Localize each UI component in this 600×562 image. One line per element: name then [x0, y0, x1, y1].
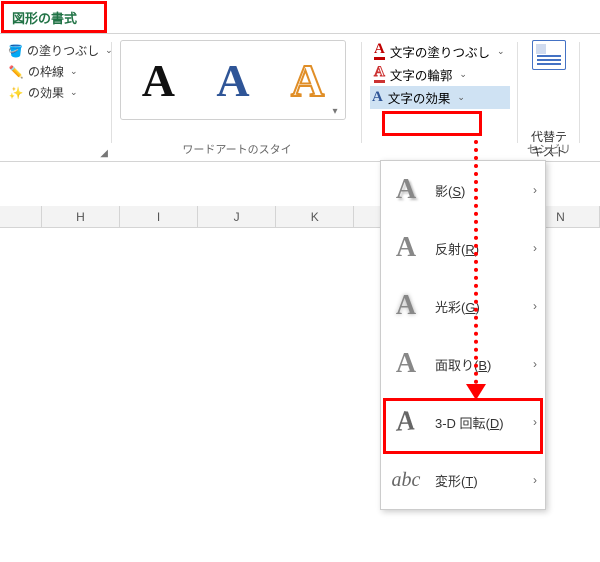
- menu-glow[interactable]: A 光彩(G) ›: [381, 277, 545, 335]
- shape-outline-label: の枠線: [28, 63, 64, 80]
- transform-icon: abc: [391, 465, 421, 495]
- shape-fill-label: の塗りつぶし: [27, 42, 99, 59]
- menu-glow-label: 光彩(G): [435, 297, 480, 316]
- col-header[interactable]: H: [42, 206, 120, 227]
- text-outline-button[interactable]: A 文字の輪郭 ⌄: [370, 63, 510, 86]
- menu-bevel-label: 面取り(B): [435, 355, 491, 374]
- menu-transform-label: 変形(T): [435, 471, 478, 490]
- text-effects-button[interactable]: A 文字の効果 ⌄: [370, 86, 510, 109]
- shape-effects-label: の効果: [28, 84, 64, 101]
- group-label: [370, 145, 510, 159]
- group-label: [8, 145, 104, 159]
- text-effects-menu: A 影(S) › A 反射(R) › A 光彩(G) › A 面取り(B) › …: [380, 160, 546, 510]
- submenu-arrow-icon: ›: [533, 357, 537, 371]
- menu-3d-rotation[interactable]: A 3-D 回転(D) ›: [381, 393, 545, 451]
- submenu-arrow-icon: ›: [533, 473, 537, 487]
- chevron-down-icon: ⌄: [457, 92, 465, 103]
- wordart-style-1[interactable]: A: [142, 54, 175, 107]
- bevel-icon: A: [391, 349, 421, 379]
- menu-shadow-label: 影(S): [435, 181, 465, 200]
- submenu-arrow-icon: ›: [533, 183, 537, 197]
- alt-text-icon[interactable]: [532, 40, 566, 70]
- menu-bevel[interactable]: A 面取り(B) ›: [381, 335, 545, 393]
- chevron-down-icon: ⌄: [459, 69, 467, 80]
- tab-shape-format[interactable]: 図形の書式: [2, 3, 87, 33]
- submenu-arrow-icon: ›: [533, 299, 537, 313]
- text-fill-button[interactable]: A 文字の塗りつぶし ⌄: [370, 40, 510, 63]
- chevron-down-icon: ⌄: [70, 66, 78, 77]
- wordart-gallery[interactable]: A A A ▾: [120, 40, 346, 120]
- bucket-icon: 🪣: [8, 43, 23, 59]
- chevron-down-icon: ⌄: [70, 87, 78, 98]
- col-header[interactable]: K: [276, 206, 354, 227]
- col-header[interactable]: [0, 206, 42, 227]
- text-effects-label: 文字の効果: [388, 88, 451, 107]
- text-fill-label: 文字の塗りつぶし: [390, 42, 490, 61]
- menu-transform[interactable]: abc 変形(T) ›: [381, 451, 545, 509]
- menu-reflection[interactable]: A 反射(R) ›: [381, 219, 545, 277]
- submenu-arrow-icon: ›: [533, 241, 537, 255]
- submenu-arrow-icon: ›: [533, 415, 537, 429]
- reflection-icon: A: [391, 233, 421, 263]
- menu-3d-rotation-label: 3-D 回転(D): [435, 413, 504, 432]
- shape-effects-button[interactable]: ✨ の効果 ⌄: [8, 82, 104, 103]
- menu-reflection-label: 反射(R): [435, 239, 479, 258]
- dialog-launcher-icon[interactable]: ◢: [100, 148, 108, 159]
- shape-fill-button[interactable]: 🪣 の塗りつぶし ⌄: [8, 40, 104, 61]
- gallery-more-icon[interactable]: ▾: [329, 106, 341, 117]
- chevron-down-icon: ⌄: [497, 46, 505, 57]
- col-header[interactable]: I: [120, 206, 198, 227]
- glow-icon: A: [391, 291, 421, 321]
- effects-icon: ✨: [8, 85, 24, 101]
- wordart-group-label: ワードアートのスタイ: [120, 141, 354, 159]
- text-outline-icon: A: [374, 66, 385, 83]
- col-header[interactable]: J: [198, 206, 276, 227]
- wordart-style-3[interactable]: A: [291, 54, 324, 107]
- text-effects-icon: A: [372, 89, 383, 106]
- menu-shadow[interactable]: A 影(S) ›: [381, 161, 545, 219]
- accessibility-group-label: セシビリ: [523, 139, 575, 159]
- rotation-3d-icon: A: [391, 407, 421, 437]
- pen-icon: ✏️: [8, 64, 24, 80]
- shape-outline-button[interactable]: ✏️ の枠線 ⌄: [8, 61, 104, 82]
- wordart-style-2[interactable]: A: [216, 54, 249, 107]
- text-fill-icon: A: [374, 43, 385, 60]
- shadow-icon: A: [391, 175, 421, 205]
- text-outline-label: 文字の輪郭: [390, 65, 453, 84]
